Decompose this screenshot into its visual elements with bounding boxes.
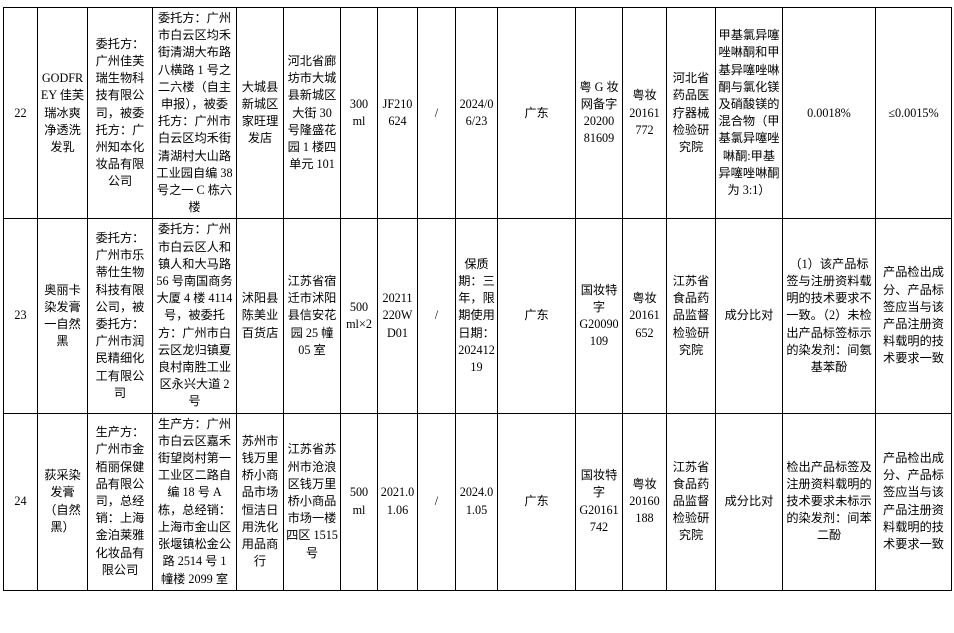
table-row: 23 奥丽卡染发膏一自然黑 委托方：广州市乐蒂仕生物科技有限公司，被委托方：广州… — [3, 218, 952, 414]
product-name-cell: GODFREY 佳芙瑞冰爽净透洗发乳 — [37, 6, 88, 220]
batch-number-cell: 20211220WD01 — [377, 218, 418, 414]
license-number-cell: / — [417, 6, 456, 220]
product-name-cell: 荻采染发膏（自然黑） — [37, 412, 88, 591]
row-number-cell: 24 — [3, 412, 38, 591]
manufacturer-name-cell: 委托方：广州佳芙瑞生物科技有限公司，被委托方：广州知本化妆品有限公司 — [87, 6, 153, 220]
sampled-store-address-cell: 河北省廊坊市大城县新城区大街 30 号隆盛花园 1 楼四单元 101 — [283, 6, 341, 220]
standard-limit-cell: 产品检出成分、产品标签应当与该产品注册资料载明的技术要求一致 — [875, 218, 952, 414]
filing-number-cell: 粤妆 20160 188 — [622, 412, 667, 591]
standard-limit-cell: 产品检出成分、产品标签应当与该产品注册资料载明的技术要求一致 — [875, 412, 952, 591]
use-by-date-cell: 2024.01.05 — [455, 412, 498, 591]
inspection-institution-cell: 河北省药品医疗器械检验研究院 — [666, 6, 716, 220]
failed-item-cell: 成分比对 — [715, 412, 783, 591]
test-result-cell: 检出产品标签及注册资料载明的技术要求未标示的染发剂：间苯二酚 — [782, 412, 876, 591]
row-number-cell: 22 — [3, 6, 38, 220]
province-cell: 广东 — [497, 218, 576, 414]
specification-cell: 500 ml×2 — [340, 218, 378, 414]
sampled-store-address-cell: 江苏省宿迁市沭阳县信安花园 25 幢 05 室 — [283, 218, 341, 414]
sampled-store-cell: 苏州市钱万里桥小商品市场恒洁日用洗化用品商行 — [236, 412, 284, 591]
manufacturer-name-cell: 生产方：广州市金栢丽保健品有限公司，总经销：上海金泊莱雅化妆品有限公司 — [87, 412, 153, 591]
standard-limit-cell: ≤0.0015% — [875, 6, 952, 220]
product-name-cell: 奥丽卡染发膏一自然黑 — [37, 218, 88, 414]
failed-item-cell: 成分比对 — [715, 218, 783, 414]
manufacturer-name-cell: 委托方：广州市乐蒂仕生物科技有限公司，被委托方：广州市润民精细化工有限公司 — [87, 218, 153, 414]
license-number-cell: / — [417, 412, 456, 591]
inspection-results-table: 22 GODFREY 佳芙瑞冰爽净透洗发乳 委托方：广州佳芙瑞生物科技有限公司，… — [3, 6, 952, 591]
sampled-store-cell: 沭阳县陈美业百货店 — [236, 218, 284, 414]
specification-cell: 300 ml — [340, 6, 378, 220]
manufacturer-address-cell: 委托方：广州市白云区均禾街清湖大布路八横路 1 号之二六楼（自主申报），被委托方… — [152, 6, 237, 220]
filing-number-cell: 粤妆 20161 652 — [622, 218, 667, 414]
use-by-date-cell: 保质期：三年，限期使用日期：20241219 — [455, 218, 498, 414]
sampled-store-address-cell: 江苏省苏州市沧浪区钱万里桥小商品市场一楼四区 1515 号 — [283, 412, 341, 591]
row-number-cell: 23 — [3, 218, 38, 414]
table-row: 22 GODFREY 佳芙瑞冰爽净透洗发乳 委托方：广州佳芙瑞生物科技有限公司，… — [3, 6, 952, 220]
province-cell: 广东 — [497, 6, 576, 220]
license-number-cell: / — [417, 218, 456, 414]
specification-cell: 500 ml — [340, 412, 378, 591]
registration-number-cell: 粤 G 妆网备字 20200 81609 — [575, 6, 623, 220]
table-row: 24 荻采染发膏（自然黑） 生产方：广州市金栢丽保健品有限公司，总经销：上海金泊… — [3, 412, 952, 591]
test-result-cell: 0.0018% — [782, 6, 876, 220]
inspection-institution-cell: 江苏省食品药品监督检验研究院 — [666, 412, 716, 591]
batch-number-cell: 2021.01.06 — [377, 412, 418, 591]
filing-number-cell: 粤妆 20161 772 — [622, 6, 667, 220]
registration-number-cell: 国妆特字 G20161742 — [575, 412, 623, 591]
manufacturer-address-cell: 委托方：广州市白云区人和镇人和大马路 56 号南国商务大厦 4 楼 4114 号… — [152, 218, 237, 414]
inspection-institution-cell: 江苏省食品药品监督检验研究院 — [666, 218, 716, 414]
batch-number-cell: JF210624 — [377, 6, 418, 220]
failed-item-cell: 甲基氯异噻唑啉酮和甲基异噻唑啉酮与氯化镁及硝酸镁的混合物（甲基氯异噻唑啉酮:甲基… — [715, 6, 783, 220]
registration-number-cell: 国妆特字 G20090109 — [575, 218, 623, 414]
province-cell: 广东 — [497, 412, 576, 591]
document-page: 22 GODFREY 佳芙瑞冰爽净透洗发乳 委托方：广州佳芙瑞生物科技有限公司，… — [0, 6, 954, 633]
test-result-cell: （1）该产品标签与注册资料载明的技术要求不一致。（2）未检出产品标签标示的染发剂… — [782, 218, 876, 414]
manufacturer-address-cell: 生产方：广州市白云区嘉禾街望岗村第一工业区二路自编 18 号 A 栋，总经销：上… — [152, 412, 237, 591]
use-by-date-cell: 2024/06/23 — [455, 6, 498, 220]
sampled-store-cell: 大城县新城区家旺理发店 — [236, 6, 284, 220]
